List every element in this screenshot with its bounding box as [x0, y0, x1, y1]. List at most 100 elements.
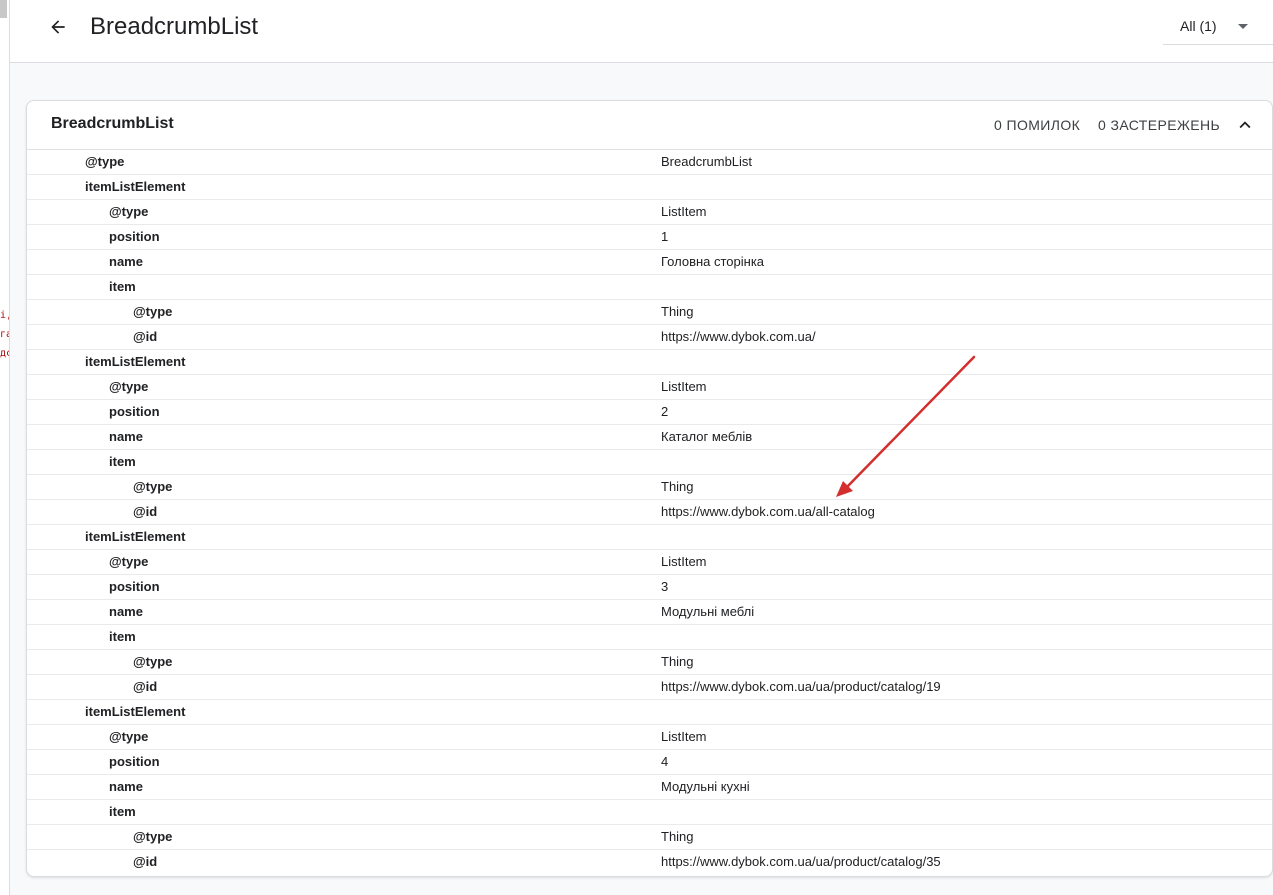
- property-value: 1: [661, 229, 669, 244]
- property-row: itemListElement: [27, 175, 1272, 200]
- left-pane-edge: і, га дс: [0, 0, 10, 895]
- card-header[interactable]: BreadcrumbList 0 ПОМИЛОК 0 ЗАСТЕРЕЖЕНЬ: [27, 101, 1272, 150]
- property-key: name: [109, 779, 143, 794]
- property-key: @type: [133, 654, 173, 669]
- scrollbar-thumb[interactable]: [0, 0, 7, 18]
- page-header: BreadcrumbList All (1): [10, 0, 1273, 63]
- card-title: BreadcrumbList: [51, 115, 174, 132]
- property-value: Thing: [661, 479, 694, 494]
- property-value: Thing: [661, 654, 694, 669]
- property-key: @type: [109, 729, 149, 744]
- property-key: itemListElement: [85, 354, 186, 369]
- property-row: position 1: [27, 225, 1272, 250]
- property-key: itemListElement: [85, 704, 186, 719]
- back-button[interactable]: [44, 13, 72, 41]
- property-key: name: [109, 429, 143, 444]
- property-key: position: [109, 579, 160, 594]
- property-value: https://www.dybok.com.ua/ua/product/cata…: [661, 679, 941, 694]
- property-row: item: [27, 450, 1272, 475]
- property-key: position: [109, 229, 160, 244]
- property-key: @type: [133, 829, 173, 844]
- property-value: https://www.dybok.com.ua/: [661, 329, 816, 344]
- property-row: item: [27, 275, 1272, 300]
- errors-count: 0 ПОМИЛОК: [994, 117, 1081, 133]
- arrow-back-icon: [51, 20, 65, 34]
- filter-dropdown[interactable]: All (1): [1163, 8, 1273, 45]
- property-row: item: [27, 625, 1272, 650]
- property-value: 4: [661, 754, 669, 769]
- property-key: @id: [133, 679, 158, 694]
- property-row: @type ListItem: [27, 200, 1272, 225]
- property-row: name Модульні кухні: [27, 775, 1272, 800]
- chevron-up-icon: [1239, 121, 1251, 129]
- property-value: ListItem: [661, 379, 707, 394]
- property-row: @type Thing: [27, 650, 1272, 675]
- property-row: position 3: [27, 575, 1272, 600]
- property-value: Головна сторінка: [661, 254, 765, 269]
- property-row: @type ListItem: [27, 725, 1272, 750]
- property-value: Thing: [661, 304, 694, 319]
- property-value: ListItem: [661, 204, 707, 219]
- property-row: itemListElement: [27, 350, 1272, 375]
- code-fragment: дс: [0, 348, 9, 359]
- property-key: name: [109, 604, 143, 619]
- property-value: Модульні меблі: [661, 604, 755, 619]
- property-value: Thing: [661, 829, 694, 844]
- structured-data-card: BreadcrumbList 0 ПОМИЛОК 0 ЗАСТЕРЕЖЕНЬ @…: [26, 100, 1273, 877]
- property-key: @id: [133, 504, 158, 519]
- property-key: @type: [133, 479, 173, 494]
- caret-down-icon: [1238, 24, 1248, 29]
- property-row: @type Thing: [27, 825, 1272, 850]
- property-row: itemListElement: [27, 700, 1272, 725]
- filter-selected-value: All (1): [1180, 18, 1217, 34]
- property-value: https://www.dybok.com.ua/ua/product/cata…: [661, 854, 941, 869]
- page-title: BreadcrumbList: [90, 13, 259, 40]
- property-row: name Модульні меблі: [27, 600, 1272, 625]
- property-value: BreadcrumbList: [661, 154, 753, 169]
- property-row: @type ListItem: [27, 550, 1272, 575]
- property-key: itemListElement: [85, 529, 186, 544]
- property-row: @type BreadcrumbList: [27, 150, 1272, 175]
- property-key: @type: [109, 554, 149, 569]
- property-row: @id https://www.dybok.com.ua/ua/product/c…: [27, 675, 1272, 700]
- property-row: name Головна сторінка: [27, 250, 1272, 275]
- property-key: item: [109, 804, 136, 819]
- property-key: @type: [133, 304, 173, 319]
- property-key: name: [109, 254, 143, 269]
- property-row: position 2: [27, 400, 1272, 425]
- property-value: ListItem: [661, 729, 707, 744]
- property-key: itemListElement: [85, 179, 186, 194]
- property-row: @id https://www.dybok.com.ua/all-catalog: [27, 500, 1272, 525]
- property-key: item: [109, 629, 136, 644]
- property-key: position: [109, 404, 160, 419]
- property-key: @type: [85, 154, 125, 169]
- property-row: @type ListItem: [27, 375, 1272, 400]
- property-table: @type BreadcrumbList itemListElement @type L…: [27, 150, 1272, 875]
- property-row: item: [27, 800, 1272, 825]
- property-value: 2: [661, 404, 669, 419]
- property-value: Каталог меблів: [661, 429, 753, 444]
- main-panel: BreadcrumbList All (1) BreadcrumbList 0 …: [10, 0, 1273, 895]
- property-row: @id https://www.dybok.com.ua/: [27, 325, 1272, 350]
- property-key: item: [109, 454, 136, 469]
- code-fragment: га: [0, 329, 9, 340]
- property-value: ListItem: [661, 554, 707, 569]
- property-row: name Каталог меблів: [27, 425, 1272, 450]
- property-row: @id https://www.dybok.com.ua/ua/product/c…: [27, 850, 1272, 875]
- property-value: 3: [661, 579, 669, 594]
- warnings-count: 0 ЗАСТЕРЕЖЕНЬ: [1098, 117, 1221, 133]
- property-value: Модульні кухні: [661, 779, 750, 794]
- property-key: item: [109, 279, 136, 294]
- property-value: https://www.dybok.com.ua/all-catalog: [661, 504, 875, 519]
- property-row: @type Thing: [27, 300, 1272, 325]
- property-row: position 4: [27, 750, 1272, 775]
- property-row: itemListElement: [27, 525, 1272, 550]
- code-fragment: і,: [0, 310, 9, 321]
- property-key: @id: [133, 854, 158, 869]
- property-key: @type: [109, 379, 149, 394]
- property-key: position: [109, 754, 160, 769]
- property-key: @id: [133, 329, 158, 344]
- property-row: @type Thing: [27, 475, 1272, 500]
- property-key: @type: [109, 204, 149, 219]
- collapse-button[interactable]: [1232, 112, 1258, 138]
